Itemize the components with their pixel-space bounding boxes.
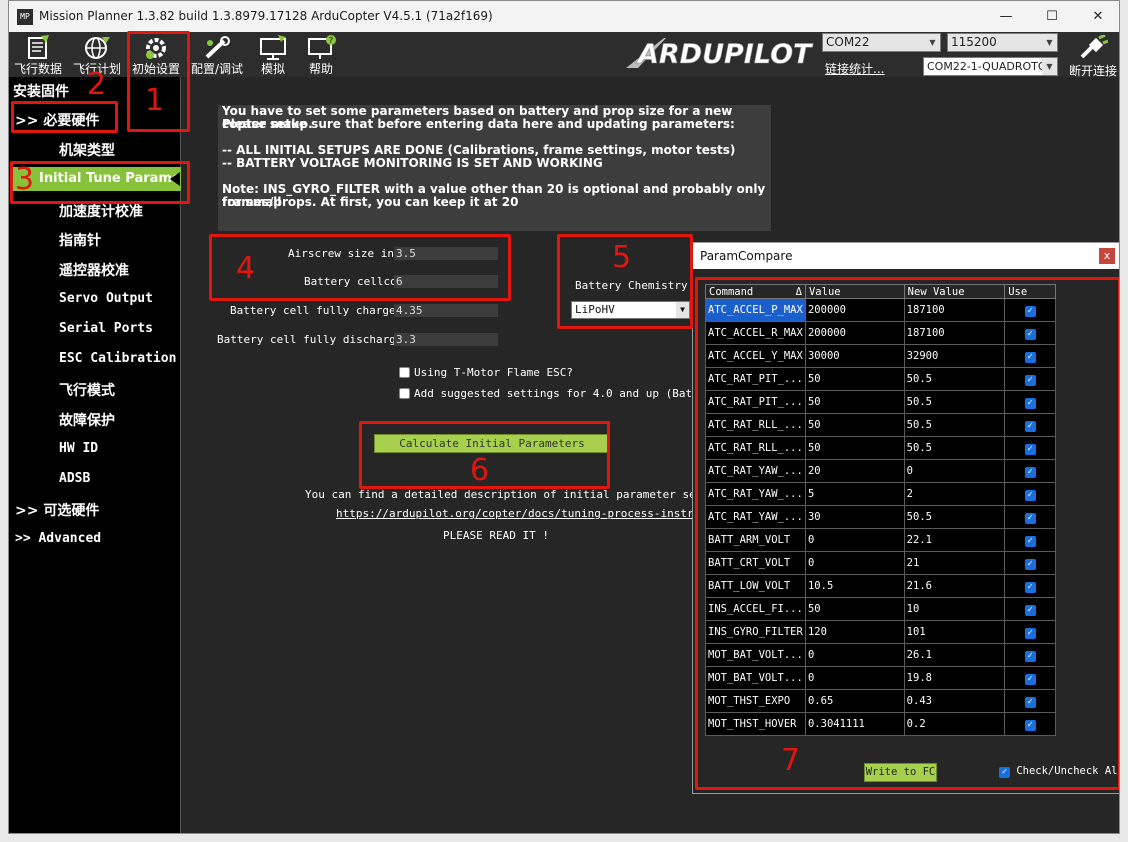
description-text: You can find a detailed description of i…	[305, 488, 736, 501]
charged-voltage-label: Battery cell fully charged v	[230, 304, 416, 317]
param-compare-close-button[interactable]: x	[1099, 248, 1115, 264]
toolbar-flight-data[interactable]: 飞行数据	[11, 32, 65, 77]
param-compare-title: ParamCompare	[693, 243, 1119, 269]
checkbox-box[interactable]	[399, 367, 410, 378]
disconnect-label: 断开连接	[1068, 64, 1117, 78]
toolbar-help[interactable]: ? 帮助	[301, 32, 341, 77]
connection-select-value: COM22-1-QUADROTOR	[927, 60, 1055, 73]
baud-select[interactable]: 115200 ▼	[947, 33, 1058, 52]
checkbox-box[interactable]	[399, 388, 410, 399]
annotation-number: 5	[612, 240, 632, 275]
charged-voltage-input[interactable]: 4.35	[394, 304, 498, 317]
ardupilot-logo: ARDUPILOT	[626, 38, 814, 70]
link-stats-link[interactable]: 链接统计...	[825, 60, 884, 77]
chevron-down-icon: ▼	[1046, 38, 1053, 47]
flight-plan-globe-icon	[85, 37, 110, 59]
read-it-text: PLEASE READ IT !	[443, 529, 549, 542]
annotation-box	[11, 101, 118, 133]
info-text-box: You have to set some parameters based on…	[218, 105, 771, 231]
discharged-voltage-label: Battery cell fully discharged	[217, 333, 410, 346]
suggested-settings-label: Add suggested settings for 4.0 and up (B…	[414, 387, 719, 400]
discharged-voltage-input[interactable]: 3.3	[394, 333, 498, 346]
svg-text:?: ?	[329, 36, 333, 45]
help-icon: ?	[308, 35, 336, 59]
tuning-docs-link[interactable]: https://ardupilot.org/copter/docs/tuning…	[336, 507, 740, 520]
annotation-number: 6	[470, 453, 490, 488]
info-line: -- BATTERY VOLTAGE MONITORING IS SET AND…	[222, 156, 603, 170]
close-button[interactable]: ✕	[1075, 1, 1119, 32]
toolbar-config-tuning[interactable]: 配置/调试	[187, 32, 247, 77]
info-line: Please make sure that before entering da…	[222, 117, 735, 131]
logo-text: ARDUPILOT	[636, 39, 814, 70]
toolbar-simulation[interactable]: 模拟	[253, 32, 293, 77]
chevron-down-icon: ▼	[1042, 58, 1057, 75]
chevron-down-icon: ▼	[929, 38, 936, 47]
simulation-icon	[260, 35, 286, 60]
disconnect-button[interactable]: 断开连接	[1065, 32, 1119, 78]
annotation-number: 2	[87, 67, 107, 102]
port-select[interactable]: COM22 ▼	[822, 33, 941, 52]
mission-planner-window: MP Mission Planner 1.3.82 build 1.3.8979…	[8, 0, 1120, 834]
annotation-number: 3	[15, 162, 35, 197]
info-line: frames/props. At first, you can keep it …	[222, 195, 519, 209]
baud-select-value: 115200	[951, 35, 997, 49]
connection-select[interactable]: COM22-1-QUADROTOR ▼	[923, 57, 1058, 76]
sidebar-advanced[interactable]: >> Advanced	[15, 531, 187, 546]
plug-icon	[1080, 33, 1109, 59]
annotation-box	[10, 161, 190, 204]
suggested-settings-checkbox[interactable]: Add suggested settings for 4.0 and up (B…	[399, 387, 719, 400]
sidebar-optional-hardware[interactable]: >> 可选硬件	[15, 500, 187, 520]
minimize-button[interactable]: —	[983, 1, 1029, 32]
window-title: Mission Planner 1.3.82 build 1.3.8979.17…	[39, 9, 493, 23]
app-icon: MP	[17, 9, 33, 25]
annotation-number: 7	[781, 743, 801, 778]
flight-data-icon	[28, 35, 49, 59]
toolbar-flight-data-label: 飞行数据	[13, 62, 62, 76]
annotation-number: 1	[145, 83, 165, 118]
toolbar-help-label: 帮助	[308, 62, 333, 76]
tmotor-checkbox[interactable]: Using T-Motor Flame ESC?	[399, 366, 573, 379]
tmotor-checkbox-label: Using T-Motor Flame ESC?	[414, 366, 573, 379]
annotation-box	[695, 277, 1119, 790]
port-select-value: COM22	[826, 35, 870, 49]
maximize-button[interactable]: ☐	[1029, 1, 1075, 32]
config-tuning-icon	[205, 36, 230, 59]
toolbar-simulation-label: 模拟	[260, 62, 285, 76]
annotation-number: 4	[236, 251, 256, 286]
title-bar: MP Mission Planner 1.3.82 build 1.3.8979…	[9, 1, 1119, 32]
toolbar-config-tuning-label: 配置/调试	[190, 62, 244, 76]
